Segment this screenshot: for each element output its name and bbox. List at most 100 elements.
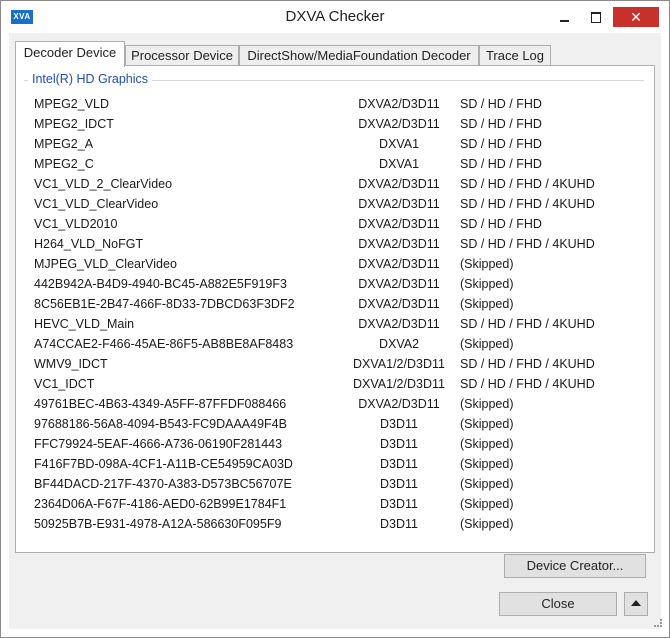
decoder-resolutions: SD / HD / FHD / 4KUHD: [460, 197, 595, 211]
decoder-resolutions: SD / HD / FHD / 4KUHD: [460, 237, 595, 251]
minimize-button[interactable]: [549, 7, 579, 27]
decoder-row: VC1_IDCT DXVA1/2/D3D11 SD / HD / FHD / 4KU…: [34, 374, 644, 394]
decoder-resolutions: SD / HD / FHD: [460, 157, 542, 171]
decoder-resolutions: (Skipped): [460, 497, 514, 511]
decoder-api: D3D11: [380, 517, 418, 531]
title-bar[interactable]: XVA DXVA Checker ✕: [1, 1, 669, 33]
decoder-resolutions: SD / HD / FHD: [460, 117, 542, 131]
tab-directshow-mediafoundation-decoder[interactable]: DirectShow/MediaFoundation Decoder: [239, 45, 479, 66]
decoder-row: MPEG2_C DXVA1 SD / HD / FHD: [34, 154, 644, 174]
decoder-device-panel: Intel(R) HD Graphics MPEG2_VLD DXVA2/D3D1…: [15, 65, 655, 553]
up-arrow-icon: [631, 600, 641, 606]
decoder-row: WMV9_IDCT DXVA1/2/D3D11 SD / HD / FHD / 4K…: [34, 354, 644, 374]
decoder-row: MJPEG_VLD_ClearVideo DXVA2/D3D11 (Skipped): [34, 254, 644, 274]
decoder-row: MPEG2_IDCT DXVA2/D3D11 SD / HD / FHD: [34, 114, 644, 134]
decoder-api: D3D11: [380, 477, 418, 491]
decoder-row: MPEG2_VLD DXVA2/D3D11 SD / HD / FHD: [34, 94, 644, 114]
decoder-api: DXVA2/D3D11: [358, 277, 440, 291]
maximize-button[interactable]: [581, 7, 611, 27]
gpu-group-label: Intel(R) HD Graphics: [28, 72, 152, 86]
decoder-row: BF44DACD-217F-4370-A383-D573BC56707E D3D1…: [34, 474, 644, 494]
decoder-api: DXVA1: [378, 157, 420, 171]
tab-decoder-device[interactable]: Decoder Device: [15, 41, 125, 67]
decoder-name: MPEG2_VLD: [34, 97, 110, 111]
decoder-row: A74CCAE2-F466-45AE-86F5-AB8BE8AF8483 DXVA…: [34, 334, 644, 354]
decoder-api: DXVA2/D3D11: [358, 297, 440, 311]
decoder-name: MJPEG_VLD_ClearVideo: [34, 257, 177, 271]
decoder-name: VC1_VLD_2_ClearVideo: [34, 177, 173, 191]
decoder-list: MPEG2_VLD DXVA2/D3D11 SD / HD / FHD MPEG2_I…: [34, 94, 644, 534]
decoder-api: DXVA2/D3D11: [358, 117, 440, 131]
decoder-row: 50925B7B-E931-4978-A12A-586630F095F9 D3D1…: [34, 514, 644, 534]
decoder-name: F416F7BD-098A-4CF1-A11B-CE54959CA03D: [34, 457, 293, 471]
device-creator-button[interactable]: Device Creator...: [504, 554, 646, 578]
dxva-checker-window: XVA DXVA Checker ✕ Decoder Device Proces…: [0, 0, 670, 638]
decoder-resolutions: (Skipped): [460, 517, 514, 531]
decoder-api: DXVA2: [378, 337, 420, 351]
decoder-api: DXVA2/D3D11: [358, 257, 440, 271]
close-button[interactable]: Close: [499, 592, 617, 616]
decoder-api: D3D11: [380, 497, 418, 511]
maximize-icon: [591, 12, 601, 23]
decoder-name: A74CCAE2-F466-45AE-86F5-AB8BE8AF8483: [34, 337, 294, 351]
decoder-row: VC1_VLD2010 DXVA2/D3D11 SD / HD / FHD: [34, 214, 644, 234]
decoder-name: 49761BEC-4B63-4349-A5FF-87FFDF088466: [34, 397, 287, 411]
decoder-name: VC1_IDCT: [34, 377, 95, 391]
decoder-api: DXVA2/D3D11: [358, 97, 440, 111]
scroll-up-button[interactable]: [624, 592, 648, 616]
decoder-row: H264_VLD_NoFGT DXVA2/D3D11 SD / HD / FHD /…: [34, 234, 644, 254]
decoder-api: DXVA1: [378, 137, 420, 151]
decoder-api: D3D11: [380, 417, 418, 431]
decoder-name: MPEG2_C: [34, 157, 94, 171]
decoder-name: VC1_VLD2010: [34, 217, 118, 231]
minimize-icon: [560, 20, 569, 22]
decoder-api: DXVA2/D3D11: [358, 217, 440, 231]
decoder-resolutions: SD / HD / FHD / 4KUHD: [460, 177, 595, 191]
decoder-row: MPEG2_A DXVA1 SD / HD / FHD: [34, 134, 644, 154]
decoder-resolutions: (Skipped): [460, 457, 514, 471]
decoder-name: MPEG2_IDCT: [34, 117, 114, 131]
client-area: Decoder Device Processor Device DirectSh…: [9, 33, 662, 629]
decoder-resolutions: SD / HD / FHD / 4KUHD: [460, 317, 595, 331]
decoder-api: DXVA1/2/D3D11: [353, 377, 445, 391]
decoder-row: 2364D06A-F67F-4186-AED0-62B99E1784F1 D3D1…: [34, 494, 644, 514]
decoder-api: DXVA2/D3D11: [358, 397, 440, 411]
decoder-row: VC1_VLD_ClearVideo DXVA2/D3D11 SD / HD / F…: [34, 194, 644, 214]
decoder-row: 49761BEC-4B63-4349-A5FF-87FFDF088466 DXVA…: [34, 394, 644, 414]
decoder-row: F416F7BD-098A-4CF1-A11B-CE54959CA03D D3D1…: [34, 454, 644, 474]
decoder-api: D3D11: [380, 457, 418, 471]
decoder-name: BF44DACD-217F-4370-A383-D573BC56707E: [34, 477, 292, 491]
decoder-name: 50925B7B-E931-4978-A12A-586630F095F9: [34, 517, 282, 531]
decoder-resolutions: SD / HD / FHD / 4KUHD: [460, 357, 595, 371]
tab-trace-log[interactable]: Trace Log: [479, 45, 551, 66]
decoder-row: 8C56EB1E-2B47-466F-8D33-7DBCD63F3DF2 DXVA…: [34, 294, 644, 314]
decoder-resolutions: (Skipped): [460, 257, 514, 271]
tab-processor-device[interactable]: Processor Device: [125, 45, 239, 66]
decoder-name: 442B942A-B4D9-4940-BC45-A882E5F919F3: [34, 277, 287, 291]
decoder-row: 442B942A-B4D9-4940-BC45-A882E5F919F3 DXVA…: [34, 274, 644, 294]
decoder-api: DXVA2/D3D11: [358, 317, 440, 331]
resize-grip-icon[interactable]: [654, 619, 662, 627]
decoder-row: HEVC_VLD_Main DXVA2/D3D11 SD / HD / FHD / …: [34, 314, 644, 334]
decoder-resolutions: (Skipped): [460, 437, 514, 451]
decoder-name: HEVC_VLD_Main: [34, 317, 135, 331]
decoder-resolutions: (Skipped): [460, 397, 514, 411]
decoder-resolutions: SD / HD / FHD: [460, 137, 542, 151]
decoder-api: D3D11: [380, 437, 418, 451]
decoder-name: 97688186-56A8-4094-B543-FC9DAAA49F4B: [34, 417, 287, 431]
decoder-api: DXVA2/D3D11: [358, 197, 440, 211]
decoder-row: VC1_VLD_2_ClearVideo DXVA2/D3D11 SD / HD /…: [34, 174, 644, 194]
decoder-name: 2364D06A-F67F-4186-AED0-62B99E1784F1: [34, 497, 287, 511]
close-window-button[interactable]: ✕: [613, 7, 659, 27]
decoder-api: DXVA1/2/D3D11: [353, 357, 445, 371]
decoder-name: H264_VLD_NoFGT: [34, 237, 144, 251]
decoder-resolutions: (Skipped): [460, 337, 514, 351]
decoder-api: DXVA2/D3D11: [358, 177, 440, 191]
close-icon: ✕: [630, 9, 642, 25]
decoder-row: 97688186-56A8-4094-B543-FC9DAAA49F4B D3D1…: [34, 414, 644, 434]
decoder-resolutions: (Skipped): [460, 417, 514, 431]
decoder-resolutions: SD / HD / FHD: [460, 217, 542, 231]
decoder-resolutions: (Skipped): [460, 277, 514, 291]
decoder-resolutions: (Skipped): [460, 477, 514, 491]
decoder-resolutions: SD / HD / FHD / 4KUHD: [460, 377, 595, 391]
